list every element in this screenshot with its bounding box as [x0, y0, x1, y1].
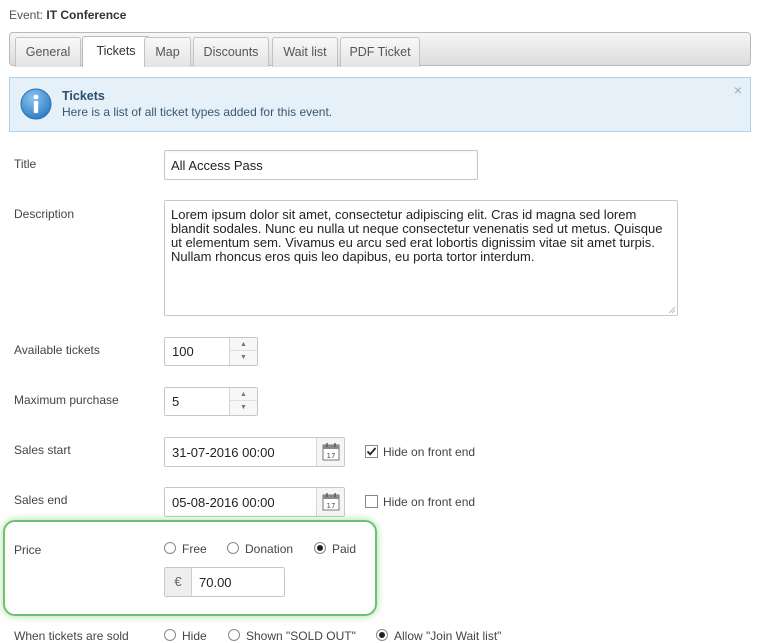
sales-end-hide-label[interactable]: Hide on front end [383, 495, 475, 509]
stepper-up-icon[interactable]: ▲ [230, 338, 257, 351]
sold-hide-label[interactable]: Hide [182, 629, 207, 643]
resize-grip-icon[interactable] [667, 305, 676, 314]
tab-pdf-ticket[interactable]: PDF Ticket [340, 37, 420, 67]
title-label: Title [14, 157, 37, 171]
available-tickets-label: Available tickets [14, 343, 100, 357]
price-free-label[interactable]: Free [182, 542, 207, 556]
calendar-button[interactable]: 17 [316, 488, 344, 516]
sold-join-wait-list-radio[interactable] [376, 629, 388, 641]
sold-hide-radio[interactable] [164, 629, 176, 641]
sold-shown-sold-out-radio[interactable] [228, 629, 240, 641]
sales-start-hide-label[interactable]: Hide on front end [383, 445, 475, 459]
sold-join-wait-list-label[interactable]: Allow "Join Wait list" [394, 629, 501, 643]
price-free-radio[interactable] [164, 542, 176, 554]
price-amount-value[interactable]: 70.00 [199, 575, 232, 590]
tab-discounts[interactable]: Discounts [193, 37, 269, 67]
stepper-up-icon[interactable]: ▲ [230, 388, 257, 401]
title-input[interactable] [164, 150, 478, 180]
checkmark-icon [366, 447, 377, 456]
price-paid-label[interactable]: Paid [332, 542, 356, 556]
stepper-buttons: ▲ ▼ [229, 338, 257, 365]
event-prefix: Event: [9, 8, 44, 22]
event-heading: Event: IT Conference [9, 8, 126, 22]
sales-end-hide-checkbox[interactable] [365, 495, 378, 508]
calendar-icon: 17 [322, 493, 340, 511]
maximum-purchase-value[interactable]: 5 [172, 394, 179, 409]
price-donation-label[interactable]: Donation [245, 542, 293, 556]
description-label: Description [14, 207, 75, 221]
maximum-purchase-stepper[interactable]: 5 ▲ ▼ [164, 387, 258, 416]
currency-addon: € [165, 568, 192, 596]
available-tickets-stepper[interactable]: 100 ▲ ▼ [164, 337, 258, 366]
sales-end-value[interactable]: 05-08-2016 00:00 [172, 495, 275, 510]
close-icon[interactable]: × [734, 82, 742, 98]
calendar-button[interactable]: 17 [316, 438, 344, 466]
svg-text:17: 17 [327, 452, 336, 460]
tab-tickets[interactable]: Tickets [82, 36, 150, 67]
price-paid-radio[interactable] [314, 542, 326, 554]
description-textarea[interactable]: Lorem ipsum dolor sit amet, consectetur … [164, 200, 678, 316]
price-donation-radio[interactable] [227, 542, 239, 554]
calendar-icon: 17 [322, 443, 340, 461]
price-amount-input[interactable]: € 70.00 [164, 567, 285, 597]
event-name: IT Conference [46, 8, 127, 22]
info-alert: Tickets Here is a list of all ticket typ… [9, 77, 751, 132]
price-label: Price [14, 543, 42, 557]
sales-start-value[interactable]: 31-07-2016 00:00 [172, 445, 275, 460]
sold-label: When tickets are sold [14, 629, 129, 643]
maximum-purchase-label: Maximum purchase [14, 393, 119, 407]
stepper-down-icon[interactable]: ▼ [230, 351, 257, 364]
stepper-down-icon[interactable]: ▼ [230, 401, 257, 414]
stepper-buttons: ▲ ▼ [229, 388, 257, 415]
sales-end-label: Sales end [14, 493, 68, 507]
tab-map[interactable]: Map [144, 37, 191, 67]
sales-start-datepicker[interactable]: 31-07-2016 00:00 17 [164, 437, 345, 467]
tab-wait-list[interactable]: Wait list [272, 37, 338, 67]
tab-bar: General Tickets Map Discounts Wait list … [9, 32, 751, 67]
available-tickets-value[interactable]: 100 [172, 344, 194, 359]
svg-text:17: 17 [327, 502, 336, 510]
alert-text: Here is a list of all ticket types added… [62, 105, 333, 119]
tab-general[interactable]: General [15, 37, 81, 67]
info-icon [20, 88, 52, 120]
alert-title: Tickets [62, 89, 105, 103]
sales-start-hide-checkbox[interactable] [365, 445, 378, 458]
sales-start-label: Sales start [14, 443, 71, 457]
sold-shown-sold-out-label[interactable]: Shown "SOLD OUT" [246, 629, 356, 643]
sales-end-datepicker[interactable]: 05-08-2016 00:00 17 [164, 487, 345, 517]
